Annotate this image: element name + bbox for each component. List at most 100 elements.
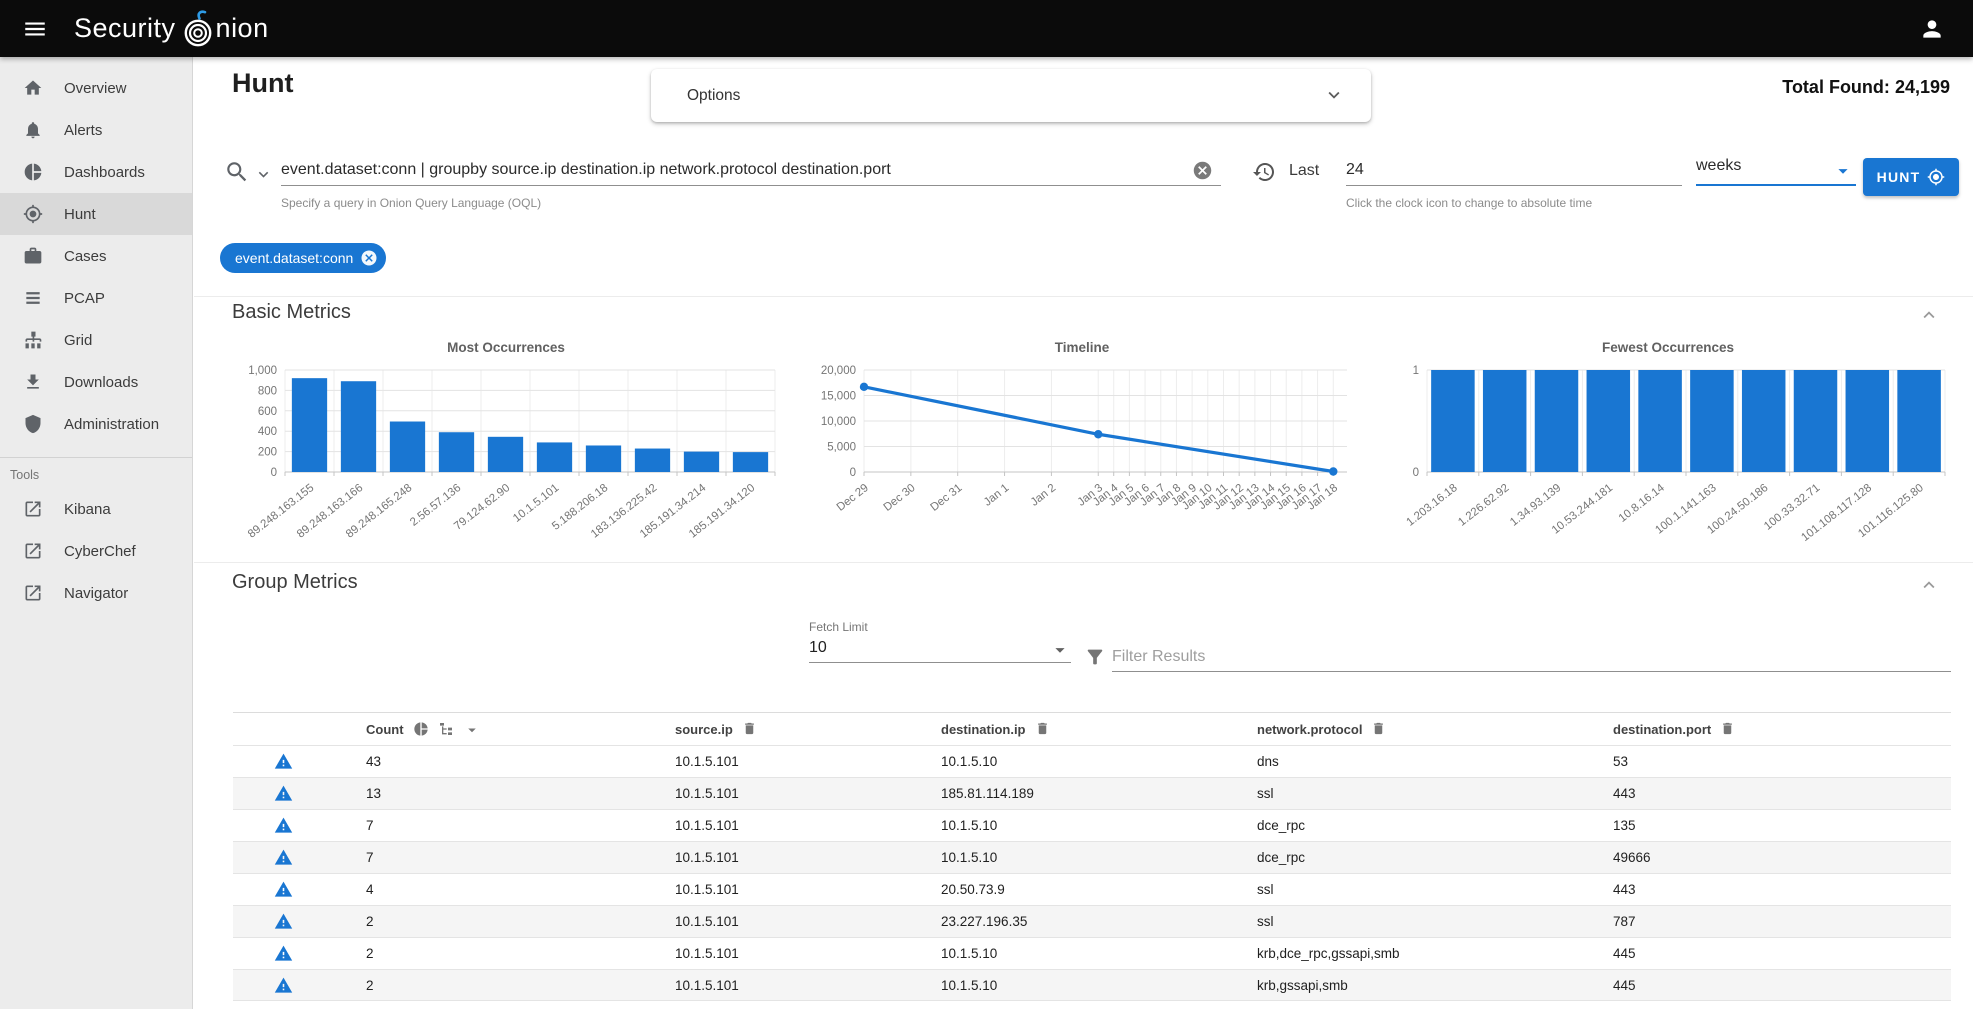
svg-text:10,000: 10,000: [821, 416, 856, 428]
options-panel[interactable]: Options: [651, 69, 1371, 122]
table-row[interactable]: 710.1.5.10110.1.5.10dce_rpc135: [233, 809, 1951, 841]
sidebar-item-kibana[interactable]: Kibana: [0, 488, 192, 530]
external-icon: [23, 583, 43, 603]
sidebar-item-administration[interactable]: Administration: [0, 403, 192, 445]
app-logo: Security nion: [74, 9, 269, 49]
bar[interactable]: [439, 432, 474, 472]
svg-text:10.8.16.14: 10.8.16.14: [1617, 482, 1668, 525]
bar[interactable]: [586, 445, 621, 472]
bar[interactable]: [733, 452, 768, 472]
trash-icon: [742, 721, 757, 736]
bar[interactable]: [1897, 370, 1941, 472]
bar[interactable]: [1431, 370, 1475, 472]
search-icon: [224, 159, 250, 185]
sidebar-item-overview[interactable]: Overview: [0, 67, 192, 109]
bar[interactable]: [635, 449, 670, 472]
filter-results-input[interactable]: [1112, 642, 1951, 672]
caret-down-icon[interactable]: [463, 721, 481, 737]
menu-button[interactable]: [22, 16, 48, 42]
sidebar-item-downloads[interactable]: Downloads: [0, 361, 192, 403]
table-row[interactable]: 4310.1.5.10110.1.5.10dns53: [233, 745, 1951, 777]
row-actions-warning-icon[interactable]: [274, 944, 293, 963]
collapse-basic-metrics-icon[interactable]: [1918, 304, 1940, 326]
cell-source-ip: 10.1.5.101: [675, 786, 941, 801]
sankey-toggle-icon[interactable]: [438, 721, 454, 737]
sidebar-item-alerts[interactable]: Alerts: [0, 109, 192, 151]
cell-count: 2: [333, 978, 675, 993]
bar[interactable]: [1794, 370, 1838, 472]
bar[interactable]: [1742, 370, 1786, 472]
bar[interactable]: [488, 437, 523, 472]
svg-text:20,000: 20,000: [821, 365, 856, 377]
table-row[interactable]: 210.1.5.10123.227.196.35ssl787: [233, 905, 1951, 937]
row-actions-warning-icon[interactable]: [274, 912, 293, 931]
units-select[interactable]: weeks: [1696, 157, 1856, 186]
table-row[interactable]: 710.1.5.10110.1.5.10dce_rpc49666: [233, 841, 1951, 873]
history-clock-icon[interactable]: [1252, 160, 1276, 184]
remove-column-icon[interactable]: [1720, 721, 1735, 737]
bar[interactable]: [1638, 370, 1682, 472]
table-row[interactable]: 210.1.5.10110.1.5.10krb,gssapi,smb445: [233, 969, 1951, 1001]
bar[interactable]: [1483, 370, 1527, 472]
sidebar-item-navigator[interactable]: Navigator: [0, 572, 192, 614]
bar[interactable]: [1690, 370, 1734, 472]
column-header-network-protocol: network.protocol: [1257, 722, 1362, 737]
hunt-button[interactable]: HUNT: [1863, 158, 1959, 196]
fetch-limit-select[interactable]: Fetch Limit 10: [809, 620, 1071, 663]
remove-column-icon[interactable]: [1371, 721, 1386, 737]
table-row[interactable]: 410.1.5.10120.50.73.9ssl443: [233, 873, 1951, 905]
chevron-down-icon[interactable]: [1323, 84, 1345, 106]
row-actions-warning-icon[interactable]: [274, 784, 293, 803]
duration-hint: Click the clock icon to change to absolu…: [1346, 196, 1592, 210]
table-row[interactable]: 210.1.5.10110.1.5.10krb,dce_rpc,gssapi,s…: [233, 937, 1951, 969]
chip-close-icon[interactable]: [360, 249, 378, 267]
shield-icon: [23, 414, 43, 434]
duration-input[interactable]: [1346, 157, 1682, 186]
row-actions-warning-icon[interactable]: [274, 976, 293, 995]
sidebar-item-pcap[interactable]: PCAP: [0, 277, 192, 319]
bar[interactable]: [1535, 370, 1579, 472]
data-point[interactable]: [1329, 467, 1337, 475]
sidebar-item-dashboards[interactable]: Dashboards: [0, 151, 192, 193]
query-input[interactable]: [281, 157, 1221, 186]
table-row[interactable]: 1310.1.5.101185.81.114.189ssl443: [233, 777, 1951, 809]
bar[interactable]: [341, 381, 376, 472]
sidebar: OverviewAlertsDashboardsHunt Cases PCAPGri…: [0, 57, 193, 1009]
cell-source-ip: 10.1.5.101: [675, 850, 941, 865]
closeCircle-icon: [1192, 160, 1213, 181]
collapse-group-metrics-icon[interactable]: [1918, 574, 1940, 596]
remove-column-icon[interactable]: [742, 721, 757, 737]
closeCircle-icon: [360, 249, 378, 267]
row-actions-warning-icon[interactable]: [274, 848, 293, 867]
bar[interactable]: [1846, 370, 1890, 472]
external-icon: [23, 541, 43, 561]
user-menu-button[interactable]: [1919, 16, 1945, 42]
pie-chart-toggle-icon[interactable]: [413, 721, 429, 737]
sidebar-item-grid[interactable]: Grid: [0, 319, 192, 361]
sidebar-item-label: Navigator: [64, 585, 128, 602]
clear-query-icon[interactable]: [1192, 160, 1213, 181]
units-value: weeks: [1696, 157, 1741, 174]
bar[interactable]: [537, 442, 572, 472]
data-point[interactable]: [1094, 430, 1102, 438]
cell-destination-port: 787: [1613, 914, 1951, 929]
logo-text-suffix: nion: [216, 13, 269, 44]
query-history-chevron-icon[interactable]: [254, 165, 273, 184]
bar[interactable]: [684, 452, 719, 472]
sidebar-item-label: Cases: [64, 248, 107, 265]
data-point[interactable]: [860, 383, 868, 391]
row-actions-warning-icon[interactable]: [274, 816, 293, 835]
bar[interactable]: [1587, 370, 1631, 472]
sidebar-item-hunt[interactable]: Hunt: [0, 193, 192, 235]
bar[interactable]: [292, 378, 327, 472]
sidebar-item-cases[interactable]: Cases: [0, 235, 192, 277]
sidebar-item-cyberchef[interactable]: CyberChef: [0, 530, 192, 572]
bar[interactable]: [390, 422, 425, 472]
row-actions-warning-icon[interactable]: [274, 880, 293, 899]
remove-column-icon[interactable]: [1035, 721, 1050, 737]
briefcase-icon: [23, 246, 43, 266]
column-header-source-ip: source.ip: [675, 722, 733, 737]
cell-destination-ip: 10.1.5.10: [941, 850, 1257, 865]
filter-chip[interactable]: event.dataset:conn: [220, 243, 386, 273]
row-actions-warning-icon[interactable]: [274, 752, 293, 771]
